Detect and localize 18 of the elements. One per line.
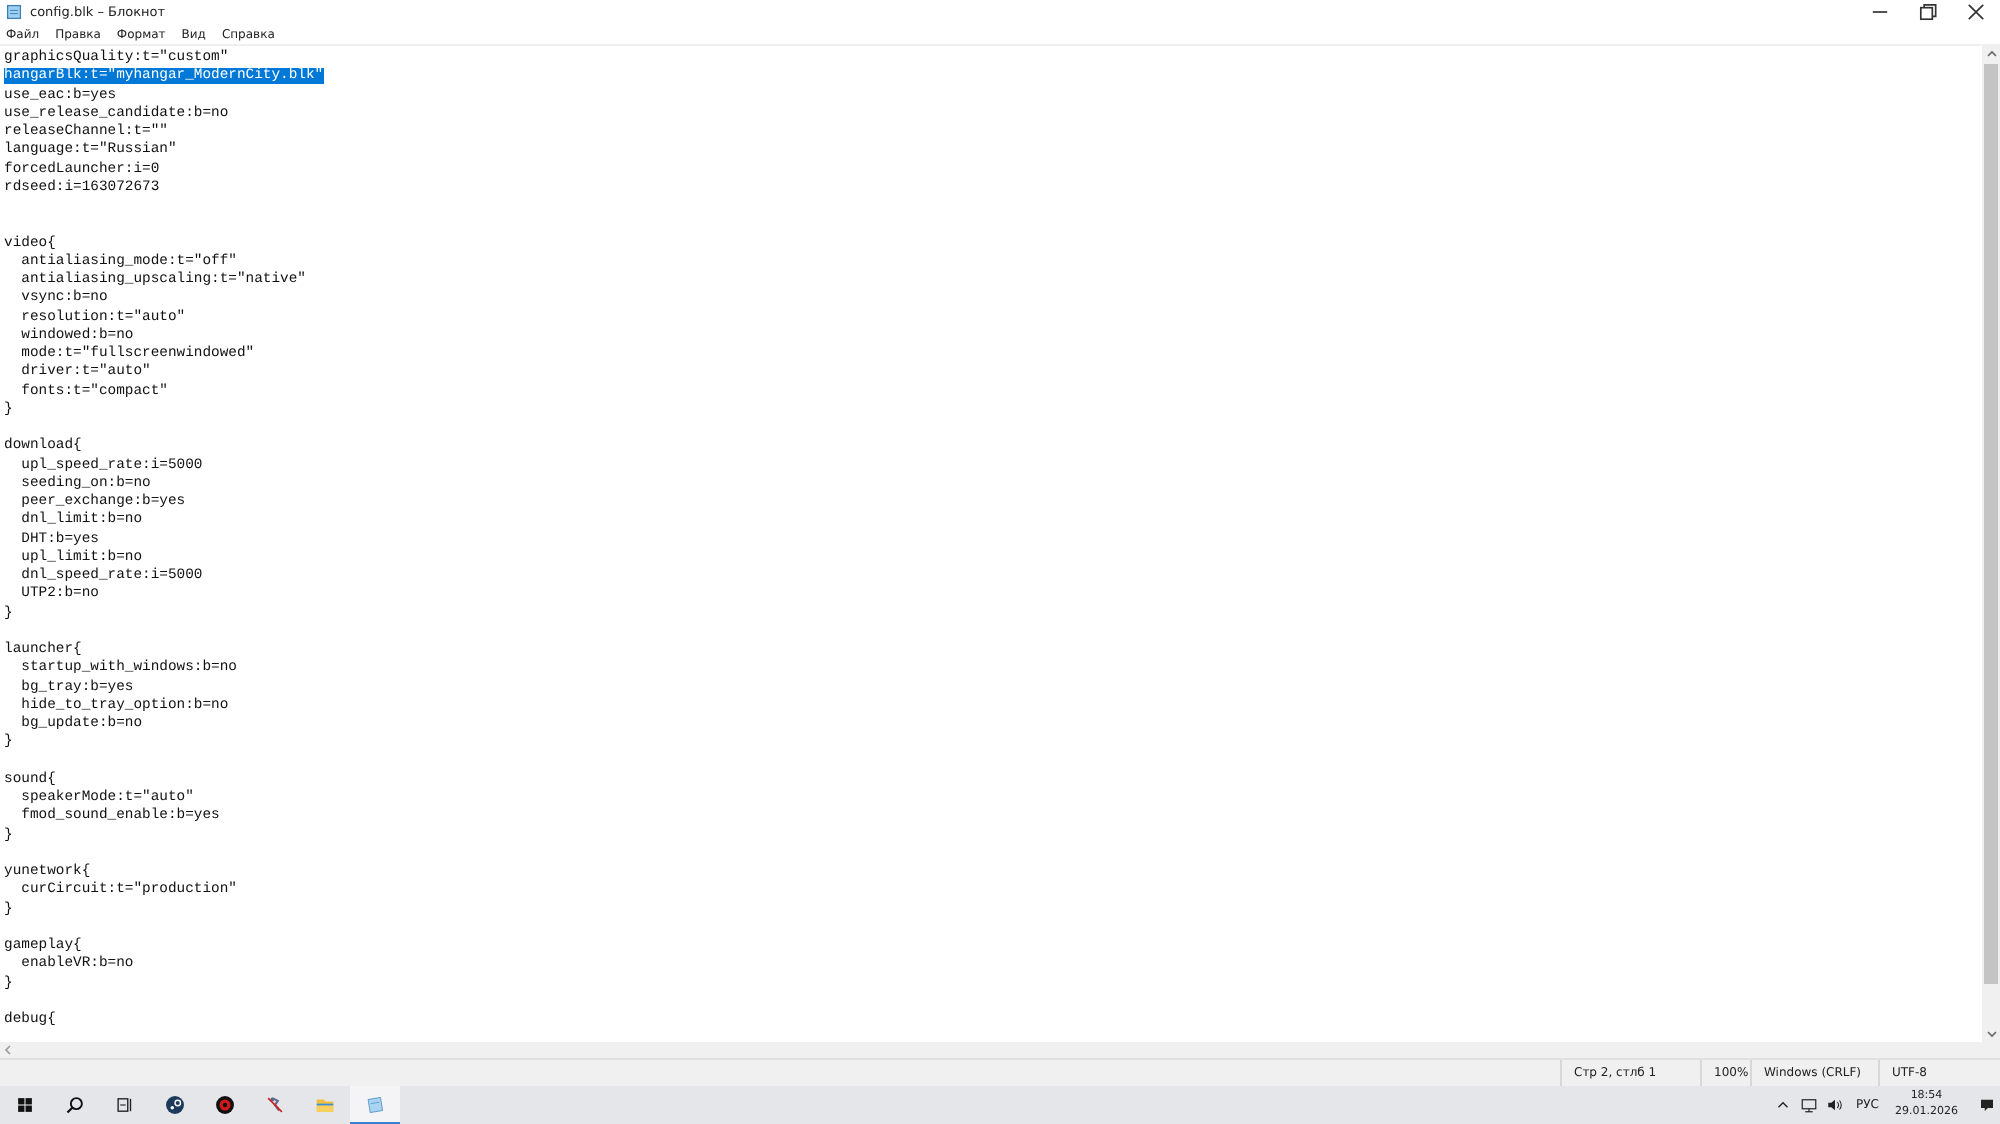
search-icon [64, 1094, 86, 1116]
round-logo-icon [164, 1094, 186, 1116]
notification-icon[interactable] [1978, 1096, 1996, 1114]
gear-icon [214, 1094, 236, 1116]
speaker-icon[interactable] [1826, 1096, 1845, 1114]
windows-start-icon [14, 1094, 36, 1116]
network-icon[interactable] [1800, 1096, 1819, 1114]
notepad-icon [6, 4, 22, 20]
horizontal-scrollbar[interactable] [0, 1042, 2000, 1058]
vertical-scrollbar[interactable] [1982, 46, 2000, 1042]
folder-icon [314, 1094, 336, 1116]
notepad-icon [364, 1093, 386, 1115]
task-view-icon [114, 1094, 136, 1116]
restore-button[interactable] [1916, 0, 1940, 24]
crossed-figure-icon [264, 1094, 286, 1116]
scroll-down-icon[interactable] [1983, 1026, 1999, 1042]
close-button[interactable] [1964, 0, 1988, 24]
scroll-up-icon[interactable] [1983, 46, 1999, 62]
